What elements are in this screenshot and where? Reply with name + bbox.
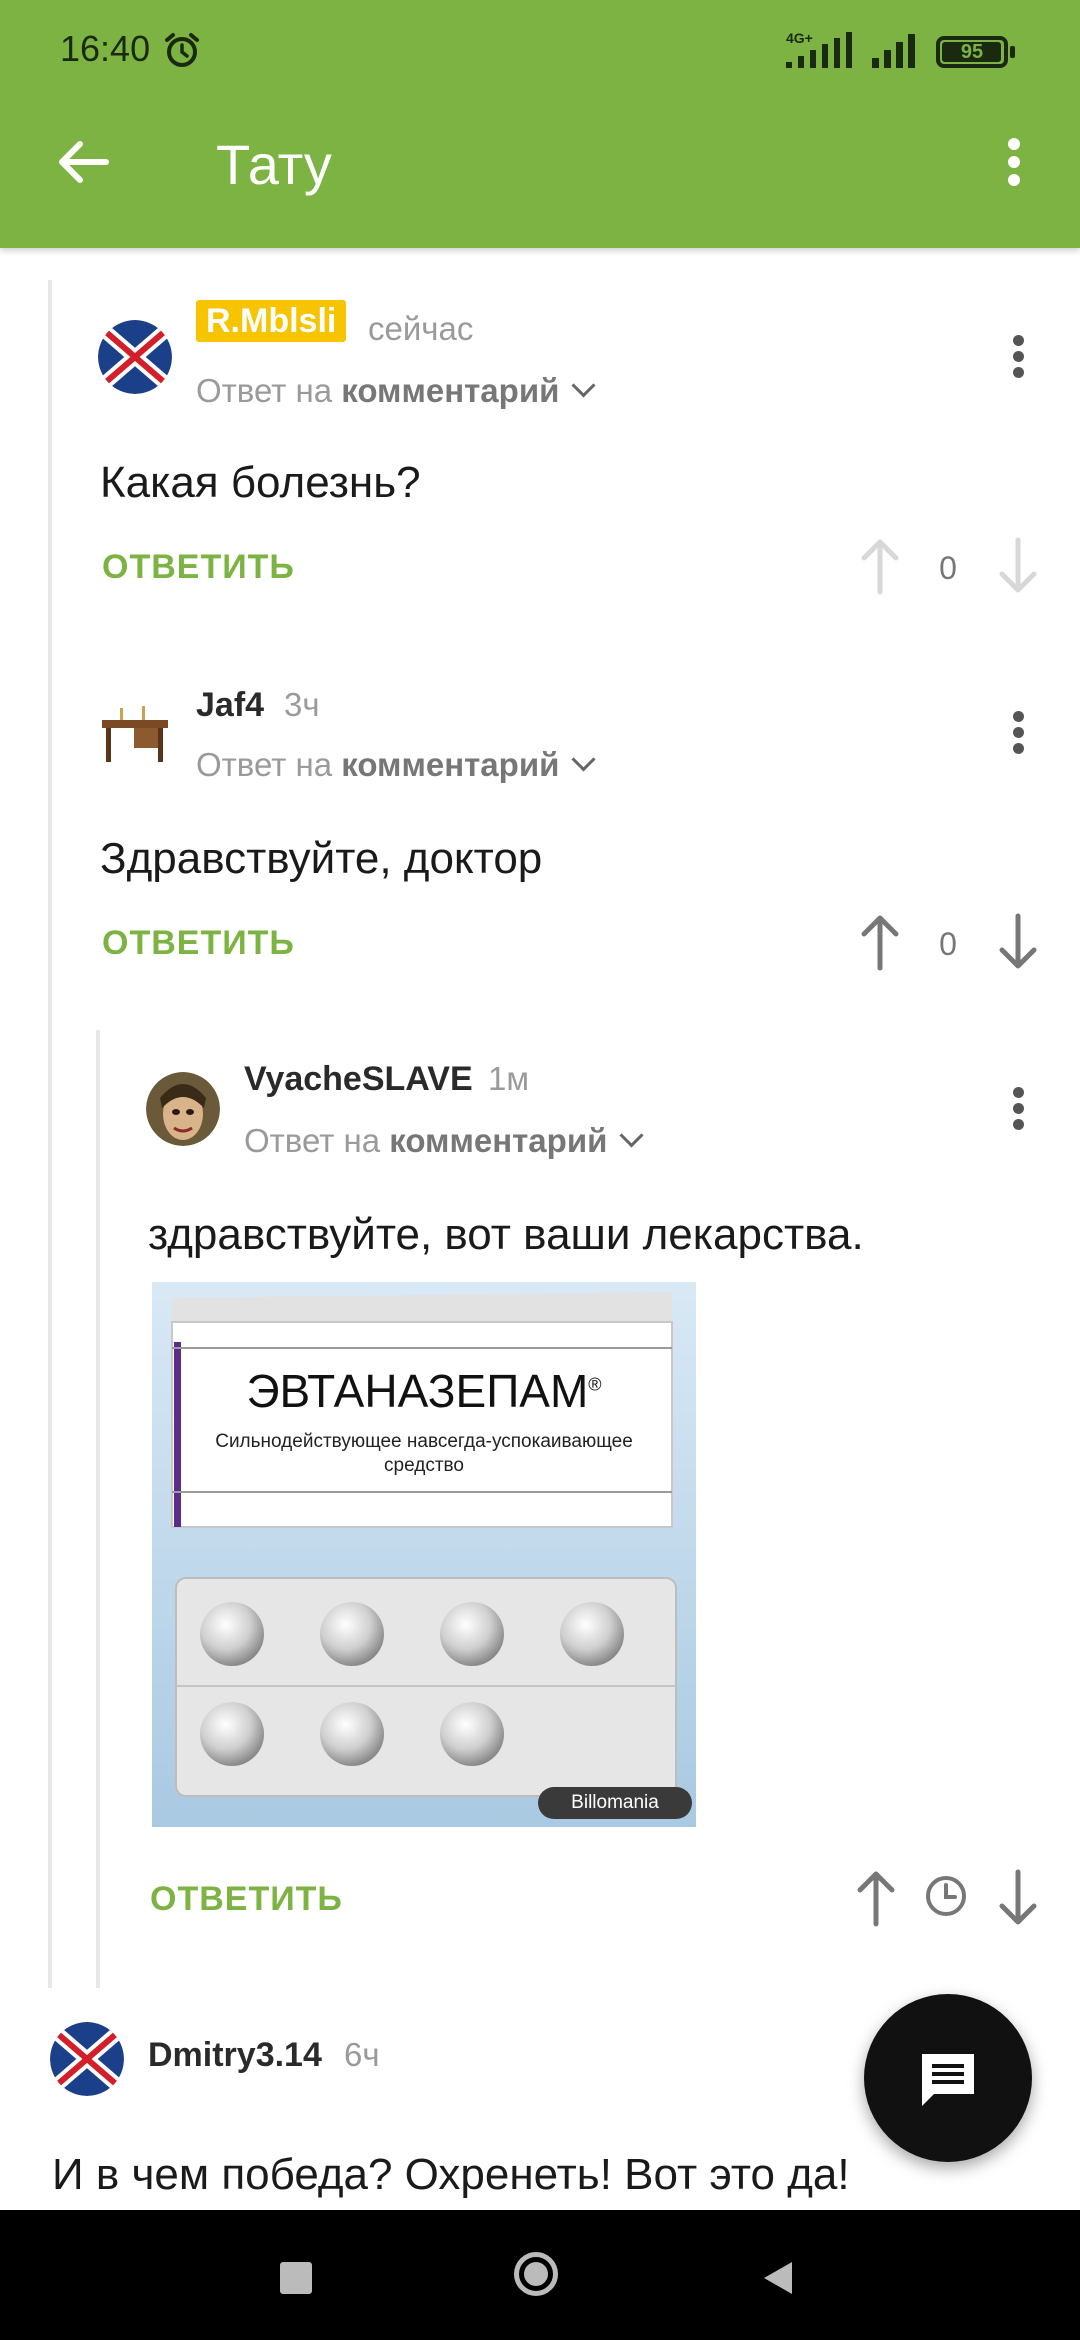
arrow-down-icon[interactable] <box>994 1868 1042 1928</box>
page-title: Тату <box>216 133 332 196</box>
comment-menu-icon[interactable] <box>1008 1082 1028 1142</box>
signal-icon <box>872 34 915 68</box>
avatar[interactable] <box>98 694 172 768</box>
author-name[interactable]: Jaf4 <box>196 686 264 725</box>
comment-text: здравствуйте, вот ваши лекарства. <box>148 1210 864 1259</box>
arrow-down-icon[interactable] <box>994 536 1042 596</box>
reply-button[interactable]: ОТВЕТИТЬ <box>150 1880 343 1919</box>
comment-time: 6ч <box>344 2036 380 2073</box>
reply-button[interactable]: ОТВЕТИТЬ <box>102 548 295 587</box>
arrow-down-icon[interactable] <box>994 912 1042 972</box>
reply-to-link[interactable]: Ответ на комментарий <box>196 746 596 784</box>
more-vert-icon[interactable] <box>1000 130 1028 194</box>
avatar[interactable] <box>50 2022 124 2096</box>
reply-button[interactable]: ОТВЕТИТЬ <box>102 924 295 963</box>
comment-text: Какая болезнь? <box>100 458 421 507</box>
vote-score: 0 <box>939 926 957 962</box>
comment-menu-icon[interactable] <box>1008 330 1028 390</box>
attached-image[interactable]: ЭВТАНАЗЕПАМ® Сильнодействующее навсегда-… <box>152 1282 696 1827</box>
chevron-down-icon <box>571 373 596 398</box>
comment-menu-icon[interactable] <box>1008 706 1028 766</box>
avatar[interactable] <box>146 1072 220 1146</box>
back-arrow-icon[interactable] <box>52 130 116 194</box>
battery-level: 95 <box>960 41 984 63</box>
clock-icon <box>926 1876 966 1916</box>
comment-time: сейчас <box>368 310 474 347</box>
chevron-down-icon <box>619 1123 644 1148</box>
arrow-up-icon[interactable] <box>852 1868 900 1928</box>
status-time: 16:40 <box>60 28 151 69</box>
comment-text: Здравствуйте, доктор <box>100 834 543 883</box>
app-bar: 16:40 4G+ 95 Тату <box>0 0 1080 248</box>
image-watermark: Billomania <box>571 1792 659 1813</box>
thread-line <box>96 1030 100 1988</box>
arrow-up-icon[interactable] <box>856 912 904 972</box>
comment-time: 3ч <box>284 686 320 723</box>
home-icon[interactable] <box>514 2252 558 2296</box>
avatar[interactable] <box>98 320 172 394</box>
comment-text: И в чем победа? Охренеть! Вот это да! <box>52 2150 850 2199</box>
signal-icon <box>786 32 852 68</box>
author-name[interactable]: VyacheSLAVE <box>244 1060 473 1099</box>
comment-icon <box>922 2054 974 2106</box>
recent-apps-icon[interactable] <box>280 2262 312 2294</box>
author-name[interactable]: R.Mblsli <box>196 300 347 342</box>
back-nav-icon[interactable] <box>760 2258 796 2298</box>
chevron-down-icon <box>571 747 596 772</box>
battery-icon: 95 <box>936 36 1008 68</box>
system-nav-bar <box>0 2210 1080 2340</box>
package-brand: ЭВТАНАЗЕПАМ® <box>246 1365 602 1417</box>
vote-score: 0 <box>939 550 957 586</box>
status-bar: 16:40 4G+ 95 <box>0 0 1080 100</box>
alarm-icon <box>165 33 199 67</box>
thread-line <box>48 280 52 1988</box>
reply-to-link[interactable]: Ответ на комментарий <box>196 372 596 410</box>
arrow-up-icon[interactable] <box>856 536 904 596</box>
comment-fab-button[interactable] <box>864 1994 1032 2162</box>
author-name[interactable]: Dmitry3.14 <box>148 2036 322 2075</box>
comment-time: 1м <box>488 1060 530 1097</box>
reply-to-link[interactable]: Ответ на комментарий <box>244 1122 644 1160</box>
package-subtitle: Сильнодействующее навсегда-успокаивающее… <box>215 1431 633 1476</box>
